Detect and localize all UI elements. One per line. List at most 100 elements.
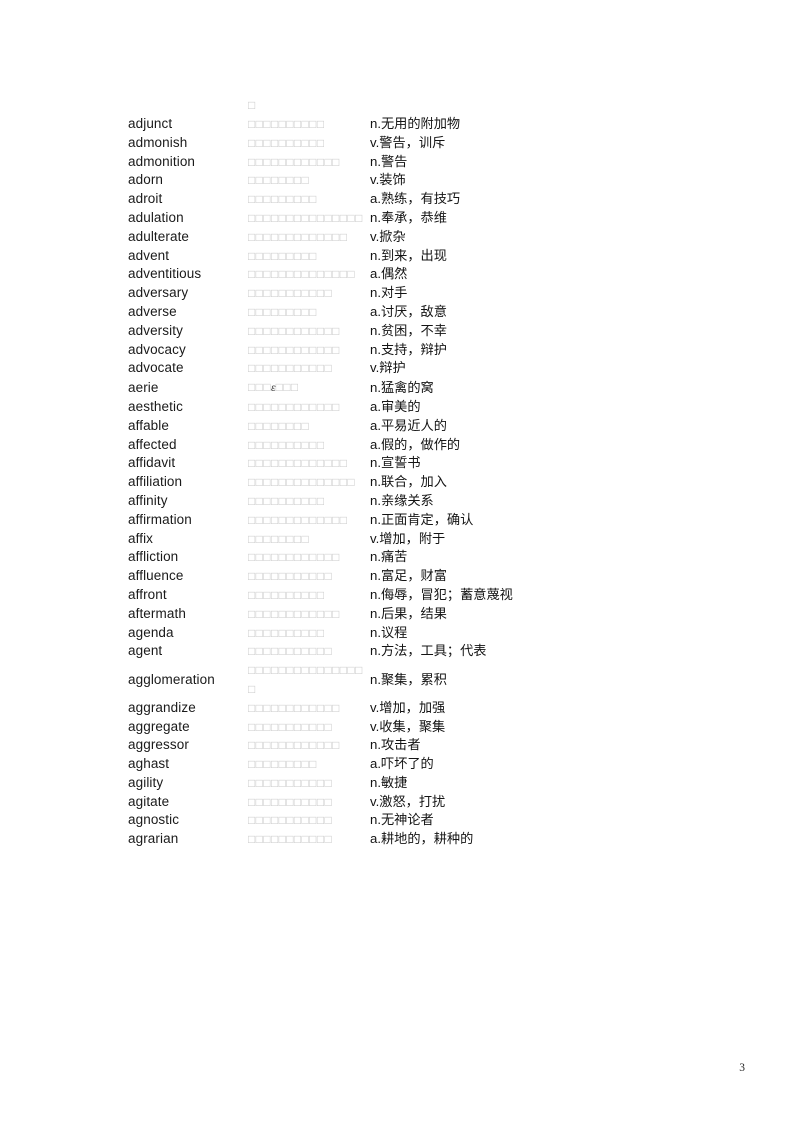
phonetic-text: □□□□□□□□□□□□ <box>248 550 340 565</box>
word-cell: adventitious <box>128 265 248 284</box>
definition-text: n.富足，财富 <box>370 568 447 584</box>
word-text: advocacy <box>128 341 186 357</box>
orphan-phonetic-row: □ <box>128 95 736 115</box>
word-text: agrarian <box>128 831 179 847</box>
word-cell: admonition <box>128 153 248 172</box>
word-cell: affected <box>128 436 248 455</box>
definition-text: v.装饰 <box>370 172 406 188</box>
definition-cell: n.敏捷 <box>370 774 736 793</box>
phonetic-cell: □□□□□□□□□□□□□ <box>248 511 370 530</box>
vocabulary-entry-row: adorn □□□□□□□□ v.装饰 <box>128 171 736 190</box>
vocabulary-entry-row: aesthetic □□□□□□□□□□□□ a.审美的 <box>128 398 736 417</box>
phonetic-text: □□□□□□□□□ <box>248 304 317 319</box>
phonetic-cell: □□□□□□□□□□□ <box>248 284 370 303</box>
definition-text: v.收集，聚集 <box>370 718 446 734</box>
phonetic-glyph: ɛ <box>270 382 276 395</box>
word-cell: agitate <box>128 793 248 812</box>
word-cell: advocate <box>128 359 248 378</box>
word-text: agglomeration <box>128 671 215 687</box>
phonetic-cell: □□□□□□□□□□□□□□□ <box>248 209 370 228</box>
vocabulary-entry-row: affable □□□□□□□□ a.平易近人的 <box>128 417 736 436</box>
phonetic-cell: □□□□□□□□□□□□ <box>248 736 370 755</box>
definition-cell: a.吓坏了的 <box>370 755 736 774</box>
word-text: affirmation <box>128 511 192 527</box>
phonetic-text: □□□□□□□□ <box>248 173 310 188</box>
phonetic-text: □□□□□□□□□□□□ <box>248 700 340 715</box>
phonetic-cell: □□□□□□□□□□ <box>248 586 370 605</box>
phonetic-text: □□□□□□□□□□□ <box>248 794 333 809</box>
definition-text: n.侮辱，冒犯；蓄意蔑视 <box>370 586 513 602</box>
vocabulary-entry-row: aggregate □□□□□□□□□□□ v.收集，聚集 <box>128 718 736 737</box>
word-cell: affliction <box>128 548 248 567</box>
word-text: agenda <box>128 624 174 640</box>
word-text: agent <box>128 643 163 659</box>
vocabulary-entry-row: affidavit □□□□□□□□□□□□□ n.宣誓书 <box>128 454 736 473</box>
vocabulary-entry-row: adverse □□□□□□□□□ a.讨厌，敌意 <box>128 303 736 322</box>
word-cell: adversary <box>128 284 248 303</box>
vocabulary-entry-row: agglomeration □□□□□□□□□□□□□□□□ n.聚集，累积 <box>128 661 736 699</box>
phonetic-text: □□□□□□□□□ <box>248 192 317 207</box>
word-cell: affidavit <box>128 454 248 473</box>
word-text: adulterate <box>128 228 190 244</box>
phonetic-text: □□□□□□□□□□ <box>248 587 325 602</box>
vocabulary-entry-row: agrarian □□□□□□□□□□□ a.耕地的，耕种的 <box>128 830 736 849</box>
phonetic-text: □□□□□□□□□ <box>248 248 317 263</box>
word-cell: affinity <box>128 492 248 511</box>
phonetic-text: □□□□□□□□□□□ <box>248 361 333 376</box>
definition-cell: n.对手 <box>370 284 736 303</box>
vocabulary-entry-row: advent □□□□□□□□□ n.到来，出现 <box>128 247 736 266</box>
phonetic-text: □□□□□□□□□□□□□□□□ <box>248 663 363 696</box>
vocabulary-entry-row: adulation □□□□□□□□□□□□□□□ n.奉承，恭维 <box>128 209 736 228</box>
phonetic-text: □□□□□□□□□□□ <box>248 719 333 734</box>
word-cell: affluence <box>128 567 248 586</box>
definition-text: a.偶然 <box>370 266 408 282</box>
phonetic-text: □□□□□□□□□□□□ <box>248 323 340 338</box>
phonetic-text: □□□□□□□□□□□□ <box>248 738 340 753</box>
vocabulary-entry-row: affliction □□□□□□□□□□□□ n.痛苦 <box>128 548 736 567</box>
vocabulary-entry-row: affinity □□□□□□□□□□ n.亲缘关系 <box>128 492 736 511</box>
phonetic-cell: □□□□□□□□□□□□□□ <box>248 265 370 284</box>
word-cell: affable <box>128 417 248 436</box>
phonetic-text: □ <box>248 97 256 112</box>
phonetic-text: □□□□□□□□□□□ <box>248 644 333 659</box>
word-cell: aerie <box>128 378 248 398</box>
phonetic-cell: □□□□□□□□□□ <box>248 492 370 511</box>
vocabulary-entry-row: adversary □□□□□□□□□□□ n.对手 <box>128 284 736 303</box>
definition-text: n.无用的附加物 <box>370 116 461 131</box>
phonetic-text: □□□□□□□□□ <box>248 757 317 772</box>
vocabulary-entry-row: aerie □□□ɛ□□□ n.猛禽的窝 <box>128 378 736 398</box>
definition-text: v.增加，附于 <box>370 530 446 546</box>
word-cell: aesthetic <box>128 398 248 417</box>
definition-cell: n.猛禽的窝 <box>370 378 736 398</box>
word-text: affix <box>128 530 154 546</box>
phonetic-cell: □□□□□□□□□□□□□ <box>248 228 370 247</box>
phonetic-text: □□□□□□□□□□ <box>248 135 325 150</box>
phonetic-text: □□□□□□□□ <box>248 531 310 546</box>
word-text: adversity <box>128 322 183 338</box>
word-text: admonish <box>128 134 188 150</box>
definition-text: n.猛禽的窝 <box>370 379 434 395</box>
word-cell: adroit <box>128 190 248 209</box>
phonetic-text: □□□□□□□□□□□ <box>248 286 333 301</box>
vocabulary-table: □ adjunct □□□□□□□□□□ n.无用的附加物 admonish □□□□□… <box>128 95 736 849</box>
phonetic-cell: □□□□□□□□ <box>248 171 370 190</box>
word-text: affiliation <box>128 474 183 490</box>
definition-cell: n.议程 <box>370 624 736 643</box>
word-cell: agility <box>128 774 248 793</box>
definition-text: a.审美的 <box>370 398 421 414</box>
phonetic-cell: □□□□□□□□□□□ <box>248 793 370 812</box>
definition-cell: n.奉承，恭维 <box>370 209 736 228</box>
word-cell: aggressor <box>128 736 248 755</box>
definition-text: a.吓坏了的 <box>370 756 434 772</box>
word-text: aftermath <box>128 605 186 621</box>
phonetic-text: □□□□□□□□□□□□□□□ <box>248 210 363 225</box>
word-cell: admonish <box>128 134 248 153</box>
phonetic-text: □□□□□□□□□□ <box>248 117 325 131</box>
phonetic-text: □□□□□□□□□□ <box>248 437 325 452</box>
definition-cell: a.讨厌，敌意 <box>370 303 736 322</box>
vocabulary-entry-row: affected □□□□□□□□□□ a.假的，做作的 <box>128 436 736 455</box>
word-cell: adverse <box>128 303 248 322</box>
word-text: adroit <box>128 191 163 207</box>
vocabulary-entry-row: aghast □□□□□□□□□ a.吓坏了的 <box>128 755 736 774</box>
word-text: advocate <box>128 360 184 376</box>
